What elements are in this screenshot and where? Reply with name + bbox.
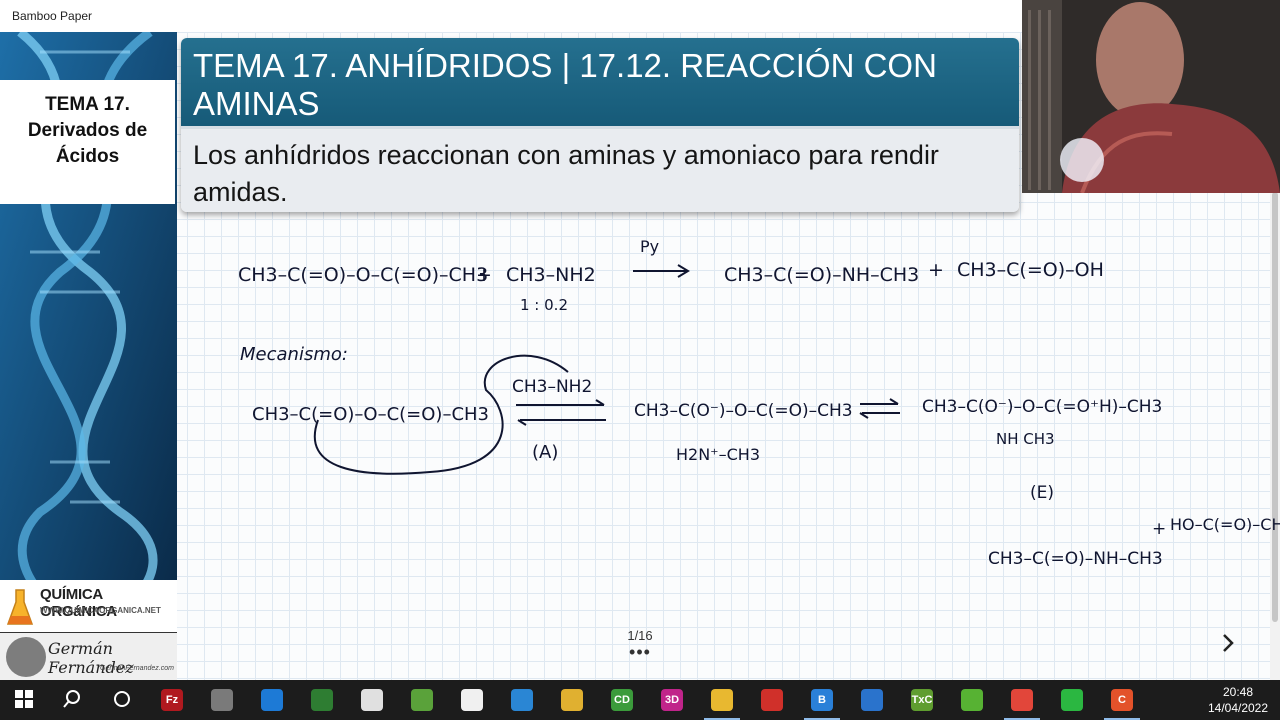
chemdraw-icon: CD (611, 689, 633, 711)
chrome-icon (1011, 689, 1033, 711)
taskbar-clock[interactable]: 20:48 14/04/2022 (1196, 684, 1280, 716)
taskbar-item-cortana[interactable] (98, 680, 146, 720)
taskbar-item-3d[interactable]: 3D (648, 680, 696, 720)
page-indicator: 1/16 (627, 628, 653, 643)
pen-icon (561, 689, 583, 711)
topic-title: TEMA 17. Derivados de Ácidos (27, 94, 148, 167)
taskbar-item-inkscape[interactable] (348, 680, 396, 720)
folder-icon (711, 689, 733, 711)
taskbar-item-pdf[interactable] (748, 680, 796, 720)
filezilla-icon: Fz (161, 689, 183, 711)
whatsapp-icon (1061, 689, 1083, 711)
slide-body: Los anhídridos reaccionan con aminas y a… (181, 126, 1019, 212)
slide-subtitle: Los anhídridos reaccionan con aminas y a… (193, 140, 939, 207)
taskbar-item-camtasia[interactable] (948, 680, 996, 720)
taskbar-item-game[interactable] (448, 680, 496, 720)
browser-icon (861, 689, 883, 711)
android-icon (411, 689, 433, 711)
taskbar-item-bamboo-paper[interactable]: B (798, 680, 846, 720)
next-page-chevron-icon[interactable] (1216, 630, 1240, 656)
flask-logo-icon (6, 589, 34, 625)
logo-url: WWW.QUIMICAORGANICA.NET (40, 606, 161, 615)
taskbar-item-edge-legacy[interactable] (248, 680, 296, 720)
taskbar-item-chrome[interactable] (998, 680, 1046, 720)
presenter-video (1022, 0, 1280, 193)
taskbar-item-filezilla[interactable]: Fz (148, 680, 196, 720)
clock-date: 14/04/2022 (1207, 701, 1269, 715)
topic-box: TEMA 17. Derivados de Ácidos (0, 80, 175, 204)
taskbar-item-browser[interactable] (848, 680, 896, 720)
author-bar: Germán Fernández GermanFernandez.com (0, 632, 177, 680)
scrollbar-thumb[interactable] (1272, 192, 1278, 622)
mail-icon (511, 689, 533, 711)
media-icon (211, 689, 233, 711)
taskbar-item-folder[interactable] (698, 680, 746, 720)
slide-title: TEMA 17. ANHÍDRIDOS | 17.12. REACCIÓN CO… (193, 47, 937, 122)
author-avatar (6, 637, 46, 677)
3d-icon: 3D (661, 689, 683, 711)
clock-time: 20:48 (1222, 685, 1254, 699)
slide-header: TEMA 17. ANHÍDRIDOS | 17.12. REACCIÓN CO… (181, 38, 1019, 212)
taskbar-item-media[interactable] (198, 680, 246, 720)
taskbar-item-pen[interactable] (548, 680, 596, 720)
slide-title-bar: TEMA 17. ANHÍDRIDOS | 17.12. REACCIÓN CO… (181, 38, 1019, 126)
taskbar-item-chemdraw[interactable]: CD (598, 680, 646, 720)
spreadsheet-icon (311, 689, 333, 711)
game-icon (461, 689, 483, 711)
slide-sidebar: TEMA 17. Derivados de Ácidos QUÍMICA ORG… (0, 32, 177, 680)
bamboo-paper-icon: B (811, 689, 833, 711)
windows-taskbar: Fz CD 3D B TxC C 20:48 14/04/2022 (0, 680, 1280, 720)
logo-area: QUÍMICA ORGáNICA WWW.QUIMICAORGANICA.NET… (0, 580, 177, 680)
taskbar-item-windows-start[interactable] (0, 680, 48, 720)
taskbar-item-texmaker[interactable]: TxC (898, 680, 946, 720)
camtasia-icon (961, 689, 983, 711)
cortana-icon (111, 689, 133, 711)
taskbar-item-mail[interactable] (498, 680, 546, 720)
taskbar-item-whatsapp[interactable] (1048, 680, 1096, 720)
texmaker-icon: TxC (911, 689, 933, 711)
windows-start-icon (13, 689, 35, 711)
page-menu-dots[interactable]: ••• (600, 642, 680, 663)
author-url: GermanFernandez.com (100, 665, 174, 672)
pdf-icon (761, 689, 783, 711)
app-title: Bamboo Paper (12, 9, 93, 23)
taskbar-item-search[interactable] (48, 680, 96, 720)
recorder-icon: C (1111, 689, 1133, 711)
taskbar-item-recorder[interactable]: C (1098, 680, 1146, 720)
taskbar-item-spreadsheet[interactable] (298, 680, 346, 720)
taskbar-item-android[interactable] (398, 680, 446, 720)
webcam-overlay (1022, 0, 1280, 193)
search-icon (61, 689, 83, 711)
edge-legacy-icon (261, 689, 283, 711)
inkscape-icon (361, 689, 383, 711)
